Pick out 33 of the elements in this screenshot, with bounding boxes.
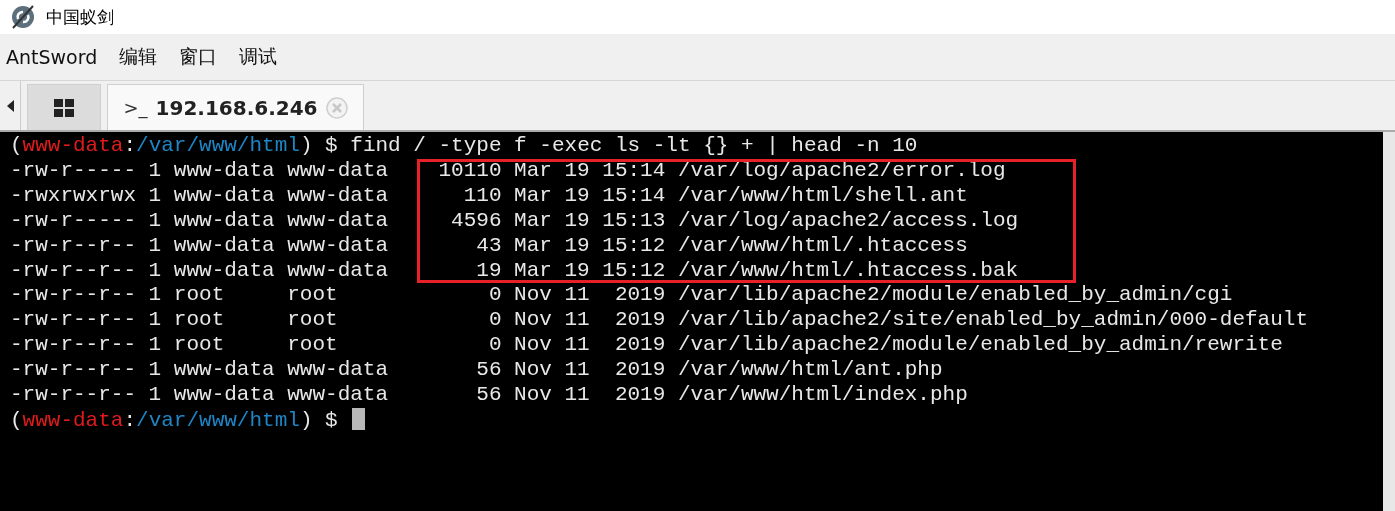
output-line: -rw-r----- 1 www-data www-data 10110 Mar 19 15:14 /var/log/apache2/error.log bbox=[10, 158, 1082, 184]
menu-item[interactable]: AntSword bbox=[6, 44, 98, 70]
logo-icon bbox=[10, 4, 36, 30]
prompt-user: www-data bbox=[22, 134, 124, 157]
scroll-left-icon[interactable] bbox=[6, 99, 14, 112]
prompt-path: /var/www/html bbox=[136, 134, 300, 157]
output-line: -rw-r--r-- 1 root root 0 Nov 11 2019 /var/lib/apache2/module/enabled_by_admin/rewrite bbox=[10, 333, 1283, 359]
terminal[interactable] bbox=[0, 132, 1395, 511]
prompt-symbol: ) $ bbox=[299, 134, 338, 157]
window-title: 中国蚁剑 bbox=[46, 5, 114, 29]
output-line: -rwxrwxrwx 1 www-data www-data 110 Mar 19 15:14 /var/www/html/shell.ant bbox=[10, 183, 1082, 209]
output-line: -rw-r--r-- 1 root root 0 Nov 11 2019 /var/lib/apache2/site/enabled_by_admin/000-default bbox=[10, 308, 1308, 334]
output-line: -rw-r--r-- 1 root root 0 Nov 11 2019 /var/lib/apache2/module/enabled_by_admin/cgi bbox=[10, 283, 1233, 309]
prompt-paren: ( bbox=[10, 408, 23, 432]
terminal-tab[interactable]: >_ 192.168.6.246 bbox=[107, 84, 364, 130]
output-line: -rw-r--r-- 1 www-data www-data 56 Nov 11 2019 /var/www/html/index.php bbox=[10, 383, 968, 408]
output-line: -rw-r--r-- 1 www-data www-data 19 Mar 19 15:12 /var/www/html/.htaccess.bak bbox=[10, 258, 1082, 284]
prompt-separator: : bbox=[123, 134, 137, 157]
prompt-separator: : bbox=[123, 408, 137, 432]
home-tab[interactable] bbox=[27, 84, 101, 130]
output-line: -rw-r----- 1 www-data www-data 4596 Mar 19 15:13 /var/log/apache2/access.log bbox=[10, 208, 1082, 234]
command-text: find / -type f -exec ls -lt {} + | head -n 10 bbox=[350, 134, 918, 157]
menu-item[interactable]: 编辑 bbox=[119, 42, 158, 72]
cursor bbox=[352, 407, 366, 430]
output-line: -rw-r--r-- 1 www-data www-data 56 Nov 11 2019 /var/www/html/ant.php bbox=[10, 358, 943, 384]
prompt-path: /var/www/html bbox=[136, 408, 300, 432]
prompt-symbol: ) $ bbox=[299, 408, 338, 432]
prompt-paren: ( bbox=[10, 134, 23, 157]
grid-icon bbox=[54, 98, 74, 117]
prompt-user: www-data bbox=[22, 408, 124, 432]
menu-item[interactable]: 调试 bbox=[239, 42, 278, 72]
menu-item[interactable]: 窗口 bbox=[179, 42, 218, 72]
output-line: -rw-r--r-- 1 www-data www-data 43 Mar 19 15:12 /var/www/html/.htaccess bbox=[10, 233, 1082, 259]
